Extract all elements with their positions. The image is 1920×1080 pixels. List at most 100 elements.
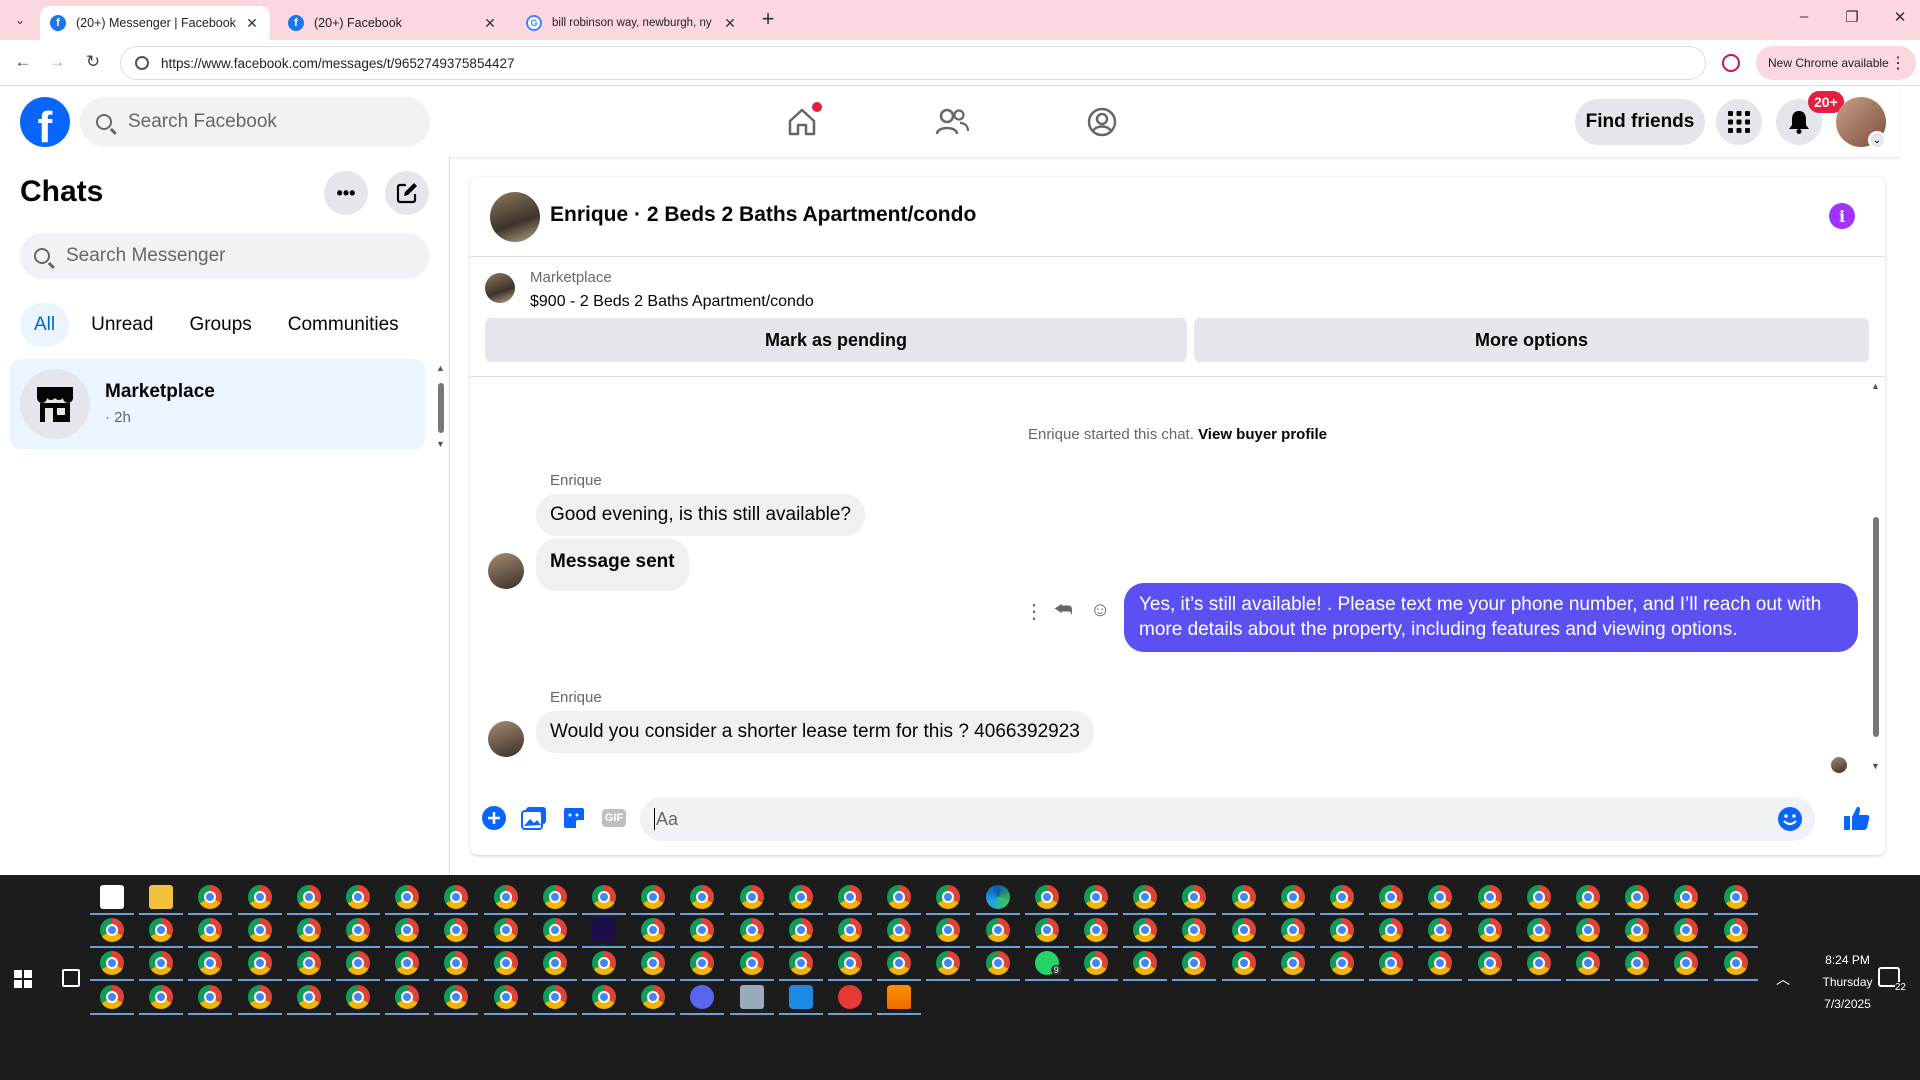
info-icon[interactable]: i (1829, 203, 1855, 229)
chrome-icon[interactable] (1576, 951, 1600, 975)
windows-start-icon[interactable] (14, 970, 32, 988)
vlc-icon[interactable] (887, 985, 912, 1009)
kebab-menu-icon[interactable]: ⋮ (1890, 53, 1906, 73)
chrome-icon[interactable] (444, 951, 469, 975)
facebook-search-input[interactable]: Search Facebook (80, 97, 430, 147)
scroll-down-arrow-icon[interactable]: ▼ (436, 439, 445, 449)
chrome-icon[interactable] (1428, 885, 1453, 909)
photo-icon[interactable] (520, 804, 548, 832)
incoming-message[interactable]: Would you consider a shorter lease term … (536, 711, 1094, 753)
listing-price[interactable]: $900 - 2 Beds 2 Baths Apartment/condo (530, 293, 814, 311)
view-buyer-profile-link[interactable]: View buyer profile (1198, 426, 1327, 443)
chrome-icon[interactable] (739, 951, 764, 975)
scroll-down-arrow-icon[interactable]: ▼ (1871, 761, 1880, 771)
react-emoji-icon[interactable]: ☺ (1090, 599, 1110, 622)
chrome-icon[interactable] (739, 918, 764, 942)
chat-list-scrollbar[interactable]: ▲ ▼ (436, 363, 445, 449)
chrome-icon[interactable] (1330, 885, 1354, 909)
mark-as-pending-button[interactable]: Mark as pending (485, 318, 1187, 362)
chrome-icon[interactable] (1034, 918, 1059, 942)
chrome-icon[interactable] (1182, 951, 1207, 975)
chrome-icon[interactable] (1723, 951, 1748, 975)
chrome-profile-icon[interactable] (1722, 54, 1740, 72)
minimize-icon[interactable]: – (1794, 8, 1814, 25)
chrome-icon[interactable] (1477, 918, 1502, 942)
tab-google-search[interactable]: G bill robinson way, newburgh, ny ✕ (516, 6, 748, 40)
discord-icon[interactable] (690, 985, 715, 1009)
chrome-icon[interactable] (1084, 951, 1108, 975)
chrome-icon[interactable] (100, 985, 124, 1009)
chrome-icon[interactable] (198, 918, 223, 942)
notification-center-icon[interactable]: 22 (1878, 967, 1906, 993)
sticker-icon[interactable] (560, 804, 588, 832)
microsoft-store-icon[interactable] (100, 885, 124, 909)
chrome-icon[interactable] (198, 985, 223, 1009)
gif-icon[interactable]: GIF (600, 804, 628, 832)
message-scrollbar[interactable]: ▲ ▼ (1871, 381, 1881, 773)
chrome-icon[interactable] (985, 918, 1010, 942)
friends-icon[interactable] (932, 102, 972, 142)
chrome-icon[interactable] (1625, 885, 1650, 909)
incoming-message[interactable]: Message sent (536, 539, 689, 591)
scroll-up-arrow-icon[interactable]: ▲ (1871, 381, 1880, 391)
chrome-icon[interactable] (346, 985, 370, 1009)
chrome-icon[interactable] (838, 951, 862, 975)
new-tab-button[interactable]: + (758, 8, 778, 30)
chrome-icon[interactable] (1231, 885, 1256, 909)
chrome-icon[interactable] (493, 951, 518, 975)
chrome-icon[interactable] (592, 885, 616, 909)
chrome-icon[interactable] (395, 985, 420, 1009)
chrome-icon[interactable] (296, 985, 321, 1009)
site-info-icon[interactable] (135, 56, 149, 70)
chrome-icon[interactable] (887, 918, 912, 942)
messenger-search-input[interactable]: Search Messenger (20, 233, 430, 279)
close-icon[interactable]: ✕ (482, 15, 498, 32)
chrome-icon[interactable] (788, 918, 813, 942)
chrome-icon[interactable] (1674, 918, 1699, 942)
chrome-icon[interactable] (690, 918, 715, 942)
filter-groups[interactable]: Groups (175, 303, 265, 347)
chrome-icon[interactable] (1723, 918, 1748, 942)
plus-circle-icon[interactable] (480, 804, 508, 832)
chrome-update-button[interactable]: New Chrome available ⋮ (1756, 46, 1916, 80)
chrome-icon[interactable] (788, 885, 813, 909)
media-player-icon[interactable] (788, 985, 813, 1009)
task-view-icon[interactable] (62, 969, 80, 987)
reload-icon[interactable]: ↻ (82, 52, 104, 72)
chrome-icon[interactable] (936, 918, 961, 942)
chrome-icon[interactable] (1133, 885, 1158, 909)
chrome-icon[interactable] (641, 885, 666, 909)
chrome-icon[interactable] (444, 985, 469, 1009)
emoji-icon[interactable] (1777, 806, 1803, 837)
chrome-icon[interactable] (887, 885, 912, 909)
chrome-icon[interactable] (1133, 918, 1158, 942)
chrome-icon[interactable] (739, 885, 764, 909)
tab-facebook[interactable]: f (20+) Facebook ✕ (278, 6, 508, 40)
chrome-icon[interactable] (1625, 951, 1650, 975)
conversation-title[interactable]: Enrique · 2 Beds 2 Baths Apartment/condo (550, 203, 976, 227)
chrome-icon[interactable] (838, 885, 862, 909)
scrollbar-thumb[interactable] (438, 383, 444, 433)
chrome-icon[interactable] (149, 918, 174, 942)
chrome-icon[interactable] (1330, 918, 1354, 942)
url-bar[interactable]: https://www.facebook.com/messages/t/9652… (120, 46, 1706, 80)
chrome-icon[interactable] (542, 918, 567, 942)
chrome-icon[interactable] (1379, 918, 1404, 942)
chrome-icon[interactable] (1625, 918, 1650, 942)
file-explorer-icon[interactable] (149, 885, 174, 909)
chrome-icon[interactable] (247, 951, 272, 975)
forward-arrow-icon[interactable]: → (46, 52, 68, 72)
chrome-icon[interactable] (542, 885, 567, 909)
chrome-icon[interactable] (1379, 885, 1404, 909)
menu-grid-icon[interactable] (1716, 99, 1762, 145)
chrome-icon[interactable] (395, 951, 420, 975)
new-message-compose-icon[interactable] (385, 171, 429, 215)
chrome-icon[interactable] (1330, 951, 1354, 975)
chrome-icon[interactable] (444, 918, 469, 942)
chrome-icon[interactable] (1231, 918, 1256, 942)
more-options-dots-icon[interactable]: ••• (324, 171, 368, 215)
chrome-icon[interactable] (149, 951, 174, 975)
chrome-icon[interactable] (1084, 885, 1108, 909)
chrome-icon[interactable] (395, 918, 420, 942)
chrome-icon[interactable] (936, 951, 961, 975)
